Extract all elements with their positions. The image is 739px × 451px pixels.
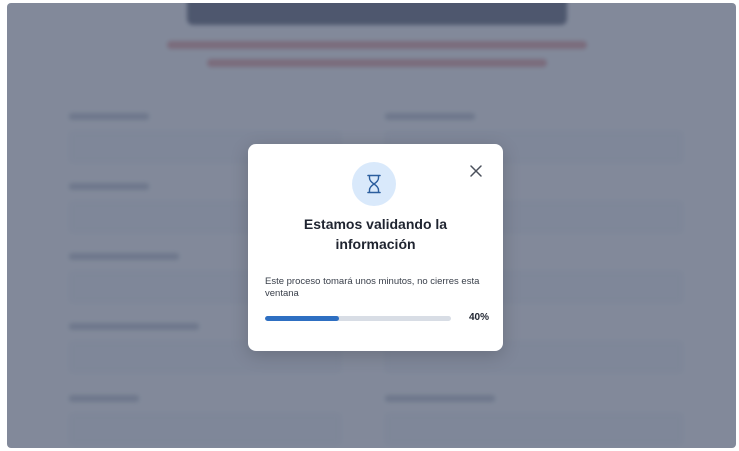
- modal-title-line2: información: [335, 236, 416, 252]
- modal-description: Este proceso tomará unos minutos, no cie…: [265, 276, 480, 299]
- validation-modal: Estamos validando la información Este pr…: [248, 144, 503, 351]
- modal-title: Estamos validando la información: [248, 214, 503, 254]
- hourglass-icon: [367, 174, 381, 194]
- progress-bar-fill: [265, 316, 340, 321]
- close-icon: [470, 165, 482, 177]
- progress-percent: 40%: [468, 312, 489, 323]
- close-button[interactable]: [469, 164, 483, 178]
- hourglass-icon-badge: [352, 162, 396, 206]
- modal-title-line1: Estamos validando la: [303, 216, 448, 232]
- progress-bar: [265, 316, 451, 321]
